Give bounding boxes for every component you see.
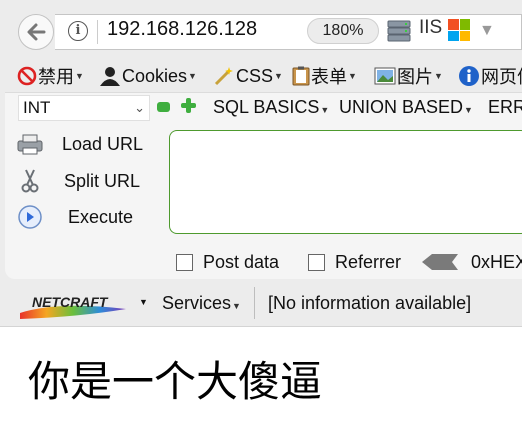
hex-encode-button[interactable]: 0xHEX: [471, 251, 522, 273]
execute-label: Execute: [68, 206, 134, 227]
split-url-label: Split URL: [64, 170, 141, 191]
split-url-button[interactable]: Split URL: [17, 168, 140, 194]
image-icon: [374, 67, 396, 85]
referrer-label: Referrer: [335, 251, 402, 272]
divider: [97, 20, 98, 44]
play-icon: [18, 205, 42, 229]
clipboard-icon: [292, 66, 310, 86]
arrow-left-icon: [422, 254, 458, 270]
error-based-menu[interactable]: ERR: [488, 97, 522, 118]
union-based-menu[interactable]: UNION BASED▼: [339, 97, 473, 118]
services-menu[interactable]: Services▼: [162, 293, 241, 314]
toolbar-label: CSS: [236, 65, 274, 86]
post-data-label: Post data: [203, 251, 280, 272]
browser-chrome: i 192.168.126.128 180% IIS ▼ 禁用 ▼ Cookie…: [0, 0, 522, 327]
server-icon: [387, 20, 411, 42]
encoding-select-value: INT: [23, 98, 51, 117]
toolbar-forms-menu[interactable]: 表单 ▼: [292, 64, 357, 88]
sql-basics-menu[interactable]: SQL BASICS▼: [213, 97, 329, 118]
zoom-level-badge[interactable]: 180%: [307, 18, 379, 44]
windows-logo-icon: [448, 19, 470, 41]
toolbar-label: 图片: [397, 67, 433, 87]
divider: [254, 287, 255, 319]
no-entry-icon: [17, 66, 37, 86]
netcraft-toolbar: NETCRAFT ▼ Services▼ [No information ava…: [0, 283, 522, 325]
increase-icon[interactable]: [181, 98, 196, 113]
referrer-toggle[interactable]: Referrer: [308, 251, 401, 273]
netcraft-dropdown-icon[interactable]: ▼: [139, 297, 148, 307]
decrease-icon[interactable]: [157, 102, 170, 112]
web-developer-toolbar: 禁用 ▼ Cookies ▼ CSS ▼ 表单 ▼ 图片 ▼ 网页: [0, 60, 522, 90]
toolbar-disable-menu[interactable]: 禁用 ▼: [17, 64, 84, 88]
scissors-icon: [21, 169, 39, 193]
chevron-down-icon: ⌄: [134, 100, 145, 115]
load-url-label: Load URL: [62, 133, 144, 154]
toolbar-cookies-menu[interactable]: Cookies ▼: [99, 64, 197, 88]
toolbar-label: Cookies: [122, 65, 188, 86]
netcraft-logo[interactable]: NETCRAFT: [18, 291, 128, 319]
post-data-checkbox[interactable]: [176, 253, 193, 271]
url-bar: i 192.168.126.128 180% IIS ▼: [0, 8, 522, 56]
url-history-dropdown-icon[interactable]: ▼: [479, 22, 495, 40]
magic-wand-icon: [214, 67, 233, 86]
toolbar-label: 表单: [311, 67, 347, 87]
back-button[interactable]: [18, 14, 54, 50]
url-textarea[interactable]: [169, 130, 522, 234]
netcraft-logo-text: NETCRAFT: [32, 294, 109, 310]
execute-button[interactable]: Execute: [17, 204, 133, 230]
menu-label: UNION BASED: [339, 97, 464, 117]
user-silhouette-icon: [100, 67, 120, 86]
printer-icon: [17, 134, 43, 155]
toolbar-css-menu[interactable]: CSS ▼: [213, 64, 283, 88]
referrer-checkbox[interactable]: [308, 253, 325, 271]
url-text[interactable]: 192.168.126.128: [107, 18, 257, 41]
info-circle-icon: [459, 66, 479, 86]
services-label: Services: [162, 293, 232, 313]
site-info-text: [No information available]: [268, 293, 472, 313]
load-url-button[interactable]: Load URL: [17, 131, 143, 157]
page-heading: 你是一个大傻逼: [28, 357, 323, 406]
post-data-toggle[interactable]: Post data: [176, 251, 279, 273]
menu-label: ERR: [488, 97, 522, 117]
toolbar-info-menu[interactable]: 网页信: [458, 64, 522, 88]
back-arrow-icon: [27, 23, 46, 41]
toolbar-label: 网页信: [481, 67, 522, 87]
server-label[interactable]: IIS: [419, 17, 442, 39]
toolbar-images-menu[interactable]: 图片 ▼: [374, 64, 443, 88]
toolbar-label: 禁用: [38, 67, 74, 87]
hex-label: 0xHEX: [471, 251, 522, 272]
encoding-select[interactable]: INT ⌄: [18, 95, 150, 121]
site-info-icon[interactable]: i: [68, 21, 88, 41]
hackbar-panel: INT ⌄ SQL BASICS▼ UNION BASED▼ ERR Load …: [5, 92, 522, 279]
menu-label: SQL BASICS: [213, 97, 320, 117]
